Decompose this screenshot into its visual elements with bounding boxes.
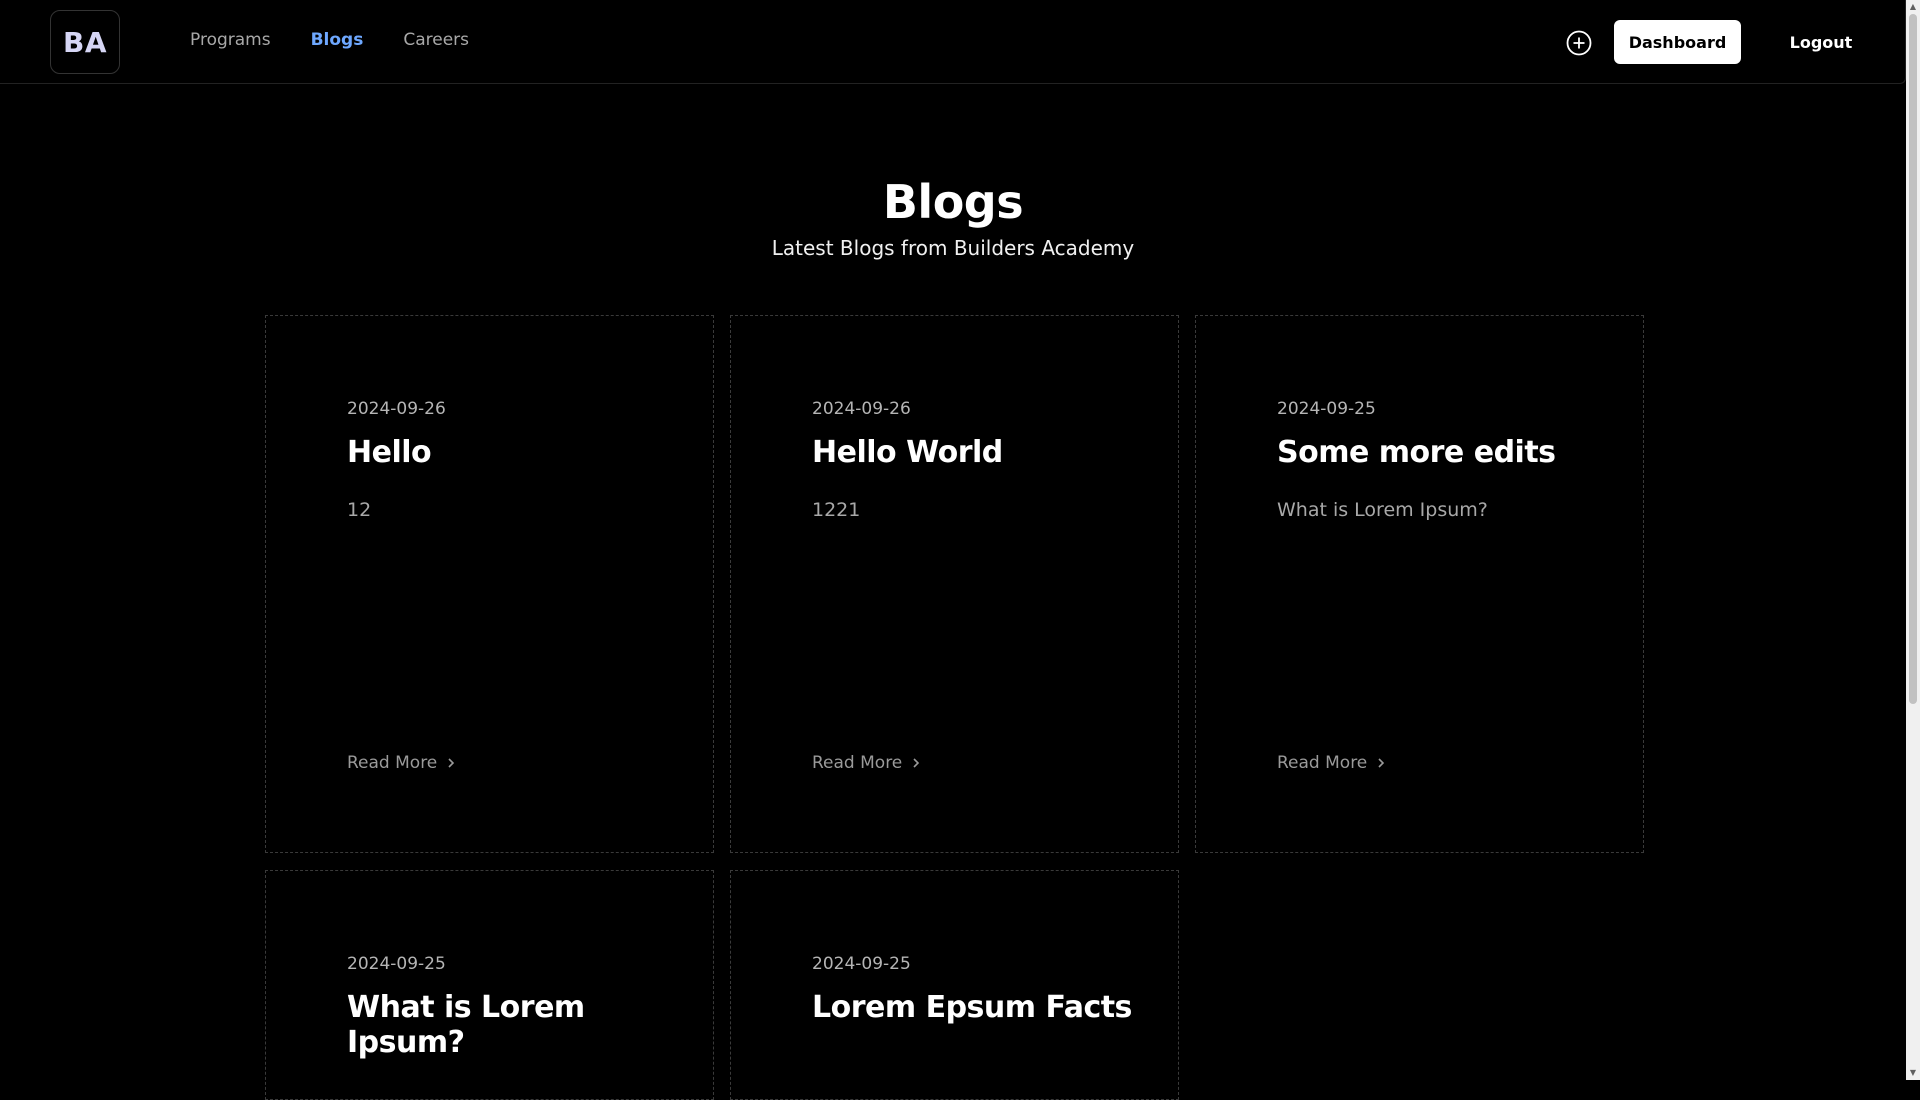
blog-excerpt: What is Lorem Ipsum? (1277, 499, 1488, 521)
scrollbar-thumb[interactable] (1909, 14, 1917, 704)
chevron-right-icon (1378, 758, 1385, 768)
nav-item-careers[interactable]: Careers (403, 30, 469, 50)
blog-card[interactable]: 2024-09-25 Some more edits What is Lorem… (1195, 315, 1644, 853)
blog-title[interactable]: Some more edits (1277, 435, 1607, 471)
nav-item-programs[interactable]: Programs (190, 30, 271, 50)
add-circle-icon[interactable] (1566, 30, 1592, 56)
page-title: Blogs (882, 175, 1024, 229)
blog-date: 2024-09-25 (347, 954, 446, 974)
logout-button[interactable]: Logout (1766, 20, 1876, 64)
blog-title[interactable]: Hello World (812, 435, 1142, 471)
blog-card[interactable]: 2024-09-26 Hello World 1221 Read More (730, 315, 1179, 853)
blog-date: 2024-09-25 (812, 954, 911, 974)
dashboard-button[interactable]: Dashboard (1614, 20, 1741, 64)
top-navbar: BA Programs Blogs Careers Dashboard Logo… (0, 0, 1906, 84)
blog-title[interactable]: Hello (347, 435, 677, 471)
read-more-link[interactable]: Read More (1277, 753, 1387, 773)
blog-title[interactable]: What is Lorem Ipsum? (347, 990, 677, 1060)
page-subtitle: Latest Blogs from Builders Academy (771, 236, 1135, 260)
read-more-link[interactable]: Read More (347, 753, 457, 773)
scroll-up-icon[interactable]: ▲ (1908, 2, 1918, 12)
vertical-scrollbar[interactable]: ▲ ▼ (1906, 0, 1920, 1080)
scroll-down-icon[interactable]: ▼ (1908, 1068, 1918, 1078)
blog-excerpt: 1221 (812, 499, 861, 521)
chevron-right-icon (448, 758, 455, 768)
blog-title[interactable]: Lorem Epsum Facts (812, 990, 1142, 1026)
blog-excerpt: 12 (347, 499, 372, 521)
blog-card[interactable]: 2024-09-25 What is Lorem Ipsum? (265, 870, 714, 1100)
blog-date: 2024-09-25 (1277, 399, 1376, 419)
main-nav: Programs Blogs Careers (190, 30, 469, 50)
blog-date: 2024-09-26 (347, 399, 446, 419)
blog-card[interactable]: 2024-09-25 Lorem Epsum Facts (730, 870, 1179, 1100)
page: BA Programs Blogs Careers Dashboard Logo… (0, 0, 1906, 1100)
blog-card[interactable]: 2024-09-26 Hello 12 Read More (265, 315, 714, 853)
read-more-label: Read More (347, 753, 438, 773)
nav-item-blogs[interactable]: Blogs (311, 30, 364, 50)
blog-date: 2024-09-26 (812, 399, 911, 419)
read-more-label: Read More (1277, 753, 1368, 773)
chevron-right-icon (913, 758, 920, 768)
read-more-link[interactable]: Read More (812, 753, 922, 773)
brand-logo[interactable]: BA (50, 10, 120, 74)
read-more-label: Read More (812, 753, 903, 773)
